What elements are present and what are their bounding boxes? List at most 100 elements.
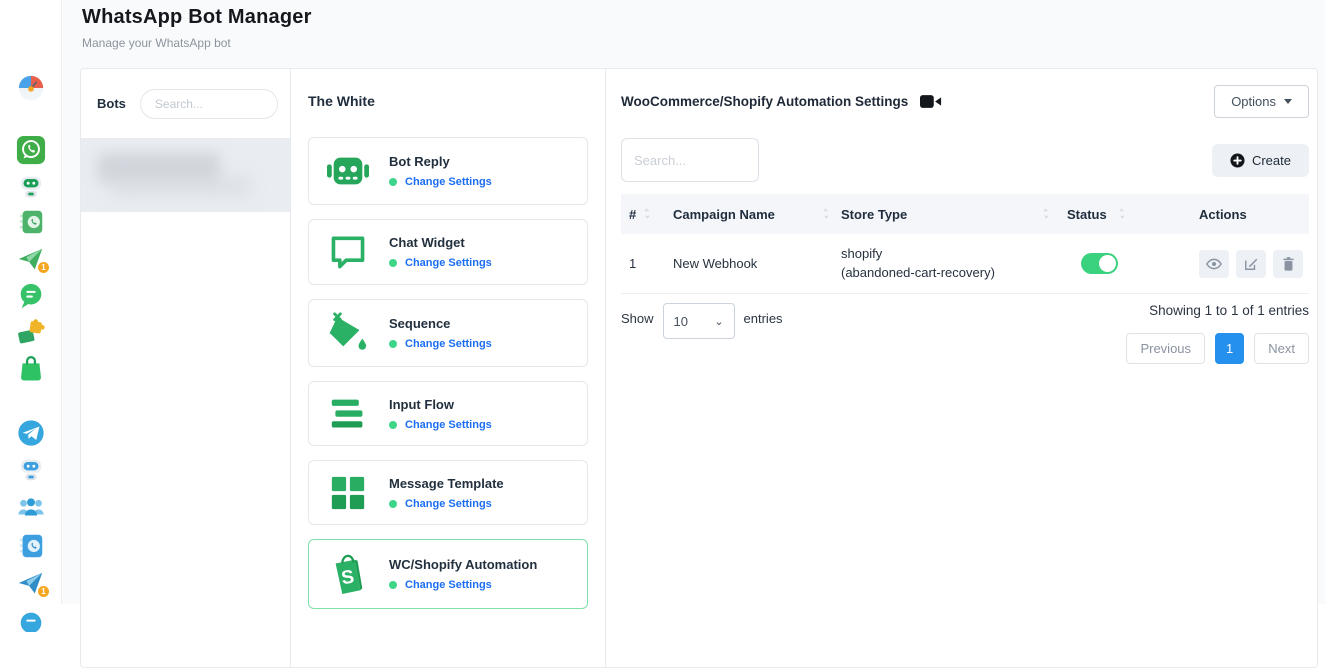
- card-input-flow[interactable]: Input Flow Change Settings: [308, 381, 588, 446]
- page-subtitle: Manage your WhatsApp bot: [82, 36, 1325, 50]
- change-settings-link[interactable]: Change Settings: [405, 257, 492, 269]
- automation-title: WooCommerce/Shopify Automation Settings: [621, 94, 908, 109]
- telegram-contacts-icon: [16, 531, 46, 561]
- sidebar-item-telegram-bot[interactable]: [0, 454, 62, 484]
- table-search-input[interactable]: [621, 138, 759, 182]
- column-header[interactable]: Campaign Name: [673, 207, 775, 222]
- status-dot: [389, 178, 397, 186]
- campaign-badge: 1: [37, 261, 50, 274]
- sidebar-item-telegram-contacts[interactable]: [0, 531, 62, 561]
- plus-circle-icon: [1230, 153, 1245, 168]
- campaign-badge: 1: [37, 585, 50, 598]
- paint-bucket-icon: [327, 312, 369, 354]
- sidebar-item-whatsapp-campaign[interactable]: 1: [0, 244, 62, 274]
- main-card: Bots The White: [80, 68, 1318, 668]
- previous-page-button[interactable]: Previous: [1126, 333, 1205, 364]
- bots-panel: Bots: [81, 69, 291, 667]
- store-type: shopify (abandoned-cart-recovery): [841, 245, 995, 283]
- bots-search-input[interactable]: [140, 89, 278, 119]
- automation-table: # Campaign Name Stor: [621, 194, 1309, 294]
- store-type-line1: shopify: [841, 245, 995, 264]
- card-message-template[interactable]: Message Template Change Settings: [308, 460, 588, 525]
- status-dot: [389, 340, 397, 348]
- video-tutorial-icon[interactable]: [920, 94, 942, 109]
- campaign-name: New Webhook: [673, 256, 757, 271]
- page-title: WhatsApp Bot Manager: [82, 6, 1325, 29]
- sidebar-item-whatsapp-bot[interactable]: [0, 171, 62, 201]
- page-header: WhatsApp Bot Manager Manage your WhatsAp…: [62, 0, 1325, 50]
- card-bot-reply[interactable]: Bot Reply Change Settings: [308, 137, 588, 205]
- redacted-bot-name-line2: [111, 175, 251, 197]
- row-index: 1: [629, 256, 636, 271]
- integrations-puzzle-icon: [16, 317, 46, 347]
- chevron-down-icon: [1284, 99, 1292, 104]
- column-header[interactable]: Status: [1067, 207, 1107, 222]
- whatsapp-icon: [16, 135, 46, 165]
- show-label: Show: [621, 311, 654, 326]
- card-wc-shopify-automation[interactable]: S WC/Shopify Automation Change Settings: [308, 539, 588, 609]
- change-settings-link[interactable]: Change Settings: [405, 419, 492, 431]
- card-title: WC/Shopify Automation: [389, 557, 537, 572]
- features-panel: The White Bot Reply: [291, 69, 606, 667]
- sidebar-item-whatsapp-chat[interactable]: [0, 281, 62, 311]
- sidebar-item-dashboard[interactable]: [0, 73, 62, 103]
- card-chat-widget[interactable]: Chat Widget Change Settings: [308, 219, 588, 285]
- card-title: Bot Reply: [389, 154, 492, 169]
- sidebar-item-telegram[interactable]: [0, 418, 62, 448]
- create-button[interactable]: Create: [1212, 144, 1309, 177]
- card-title: Chat Widget: [389, 235, 492, 250]
- options-button[interactable]: Options: [1214, 85, 1309, 118]
- bots-label: Bots: [97, 96, 126, 111]
- column-header: Actions: [1199, 207, 1247, 222]
- automation-settings-panel: WooCommerce/Shopify Automation Settings …: [606, 69, 1317, 667]
- column-header[interactable]: #: [629, 207, 636, 222]
- sort-icon[interactable]: [642, 208, 652, 219]
- card-sequence[interactable]: Sequence Change Settings: [308, 299, 588, 367]
- whatsapp-contacts-icon: [16, 207, 46, 237]
- dashboard-gauge-icon: [16, 73, 46, 103]
- status-dot: [389, 421, 397, 429]
- change-settings-link[interactable]: Change Settings: [405, 338, 492, 350]
- sidebar-item-store[interactable]: [0, 353, 62, 383]
- grid-icon: [329, 474, 367, 512]
- status-dot: [389, 581, 397, 589]
- table-footer: Show 10 ⌄ entries Showing 1 to 1 of 1 en…: [621, 303, 1309, 364]
- change-settings-link[interactable]: Change Settings: [405, 498, 492, 510]
- bot-list-item[interactable]: [81, 139, 290, 212]
- sort-icon[interactable]: [821, 208, 831, 219]
- sort-icon[interactable]: [1117, 208, 1127, 219]
- store-type-line2: (abandoned-cart-recovery): [841, 264, 995, 283]
- create-label: Create: [1252, 153, 1291, 168]
- view-button[interactable]: [1199, 250, 1229, 278]
- robot-icon: [325, 150, 371, 192]
- sidebar-item-telegram-groups[interactable]: [0, 492, 62, 522]
- sort-icon[interactable]: [1041, 208, 1051, 219]
- change-settings-link[interactable]: Change Settings: [405, 176, 492, 188]
- delete-button[interactable]: [1273, 250, 1303, 278]
- telegram-groups-icon: [16, 495, 46, 519]
- store-bag-icon: [16, 353, 46, 383]
- edit-button[interactable]: [1236, 250, 1266, 278]
- eye-icon: [1206, 258, 1222, 270]
- telegram-icon: [16, 418, 46, 448]
- status-dot: [389, 500, 397, 508]
- page-size-select[interactable]: 10 ⌄: [663, 303, 735, 339]
- app-sidebar: 1: [0, 0, 62, 604]
- column-header[interactable]: Store Type: [841, 207, 907, 222]
- sidebar-item-telegram-campaign[interactable]: 1: [0, 568, 62, 598]
- table-row: 1 New Webhook shopify (abandoned-cart-re…: [621, 234, 1309, 294]
- sidebar-item-whatsapp[interactable]: [0, 135, 62, 165]
- current-page-button[interactable]: 1: [1215, 333, 1244, 364]
- next-page-button[interactable]: Next: [1254, 333, 1309, 364]
- sidebar-item-whatsapp-contacts[interactable]: [0, 207, 62, 237]
- pagination: Previous 1 Next: [1126, 333, 1309, 364]
- options-label: Options: [1231, 94, 1276, 109]
- change-settings-link[interactable]: Change Settings: [405, 579, 492, 591]
- status-toggle[interactable]: [1081, 253, 1118, 274]
- content-area: WhatsApp Bot Manager Manage your WhatsAp…: [62, 0, 1325, 604]
- entries-label: entries: [744, 311, 783, 326]
- sidebar-item-integrations[interactable]: [0, 317, 62, 347]
- showing-entries-text: Showing 1 to 1 of 1 entries: [1149, 303, 1309, 318]
- sidebar-item-telegram-chat[interactable]: [0, 606, 62, 636]
- chevron-down-icon: ⌄: [714, 315, 723, 328]
